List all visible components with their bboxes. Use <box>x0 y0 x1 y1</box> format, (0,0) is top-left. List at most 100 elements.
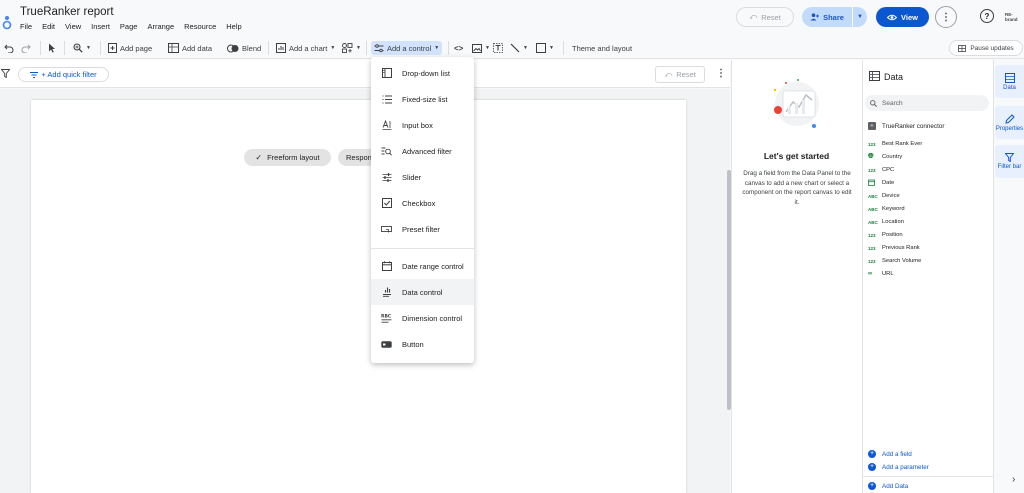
field-item[interactable]: 123 Search Volume <box>868 256 921 266</box>
menu-item-checkbox[interactable]: Checkbox <box>371 190 474 216</box>
field-item[interactable]: 123 CPC <box>868 165 894 175</box>
rectangle-icon <box>536 43 546 53</box>
menu-item-label: Dimension control <box>402 313 463 323</box>
menu-help[interactable]: Help <box>226 22 241 31</box>
report-title[interactable]: TrueRanker report <box>20 6 114 18</box>
redo-icon <box>21 44 31 53</box>
line-icon <box>510 43 520 53</box>
menu-item-date-range-control[interactable]: Date range control <box>371 253 474 279</box>
tab-filter-bar[interactable]: Filter bar <box>995 145 1024 178</box>
redo-button[interactable] <box>21 41 31 55</box>
globe-type-icon: 🌐︎ <box>868 153 874 160</box>
field-item[interactable]: 🌐︎ Country <box>868 152 902 162</box>
add-page-button[interactable]: Add page <box>108 41 152 55</box>
add-icon: + <box>868 463 876 471</box>
share-button[interactable]: Share <box>802 7 852 27</box>
add-control-button[interactable]: Add a control ▼ <box>371 41 443 55</box>
menu-item-data-control[interactable]: Data control <box>371 279 474 305</box>
add-chart-button[interactable]: Add a chart ▼ <box>276 41 335 55</box>
menu-page[interactable]: Page <box>120 22 138 31</box>
menu-item-dimension-control[interactable]: RBC Dimension control <box>371 305 474 331</box>
number-type-icon: 123 <box>868 258 876 264</box>
pause-updates-label: Pause updates <box>970 44 1014 52</box>
account-logo[interactable]: RE-brand <box>1005 12 1024 22</box>
tab-data[interactable]: Data <box>995 65 1024 98</box>
tab-properties[interactable]: Properties <box>995 106 1024 139</box>
add-quick-filter-button[interactable]: + Add quick filter <box>18 67 109 82</box>
text-button[interactable] <box>493 41 503 55</box>
help-button[interactable]: ? <box>980 9 994 23</box>
menu-item-advanced-filter[interactable]: Advanced filter <box>371 138 474 164</box>
slider-icon <box>381 172 392 183</box>
menu-divider <box>371 248 474 249</box>
caret-down-icon: ▼ <box>356 45 361 51</box>
menu-item-label: Advanced filter <box>402 146 452 156</box>
field-item[interactable]: 123 Best Rank Ever <box>868 139 922 149</box>
more-vert-icon[interactable]: ⋮ <box>716 68 726 79</box>
view-button[interactable]: View <box>876 7 929 27</box>
field-item[interactable]: ABC Location <box>868 217 904 227</box>
menu-item-input-box[interactable]: Input box <box>371 112 474 138</box>
reset-filters-button[interactable]: ⤺ Reset <box>655 66 705 83</box>
blend-button[interactable]: Blend <box>227 41 261 55</box>
field-search-input[interactable]: Search <box>865 95 989 111</box>
select-tool-button[interactable] <box>48 41 56 55</box>
field-item[interactable]: Date <box>868 178 894 188</box>
reset-icon: ⤺ <box>749 12 758 21</box>
control-icon <box>374 43 384 52</box>
zoom-button[interactable]: ▼ <box>73 41 91 55</box>
add-field-link[interactable]: + Add a field <box>868 450 912 458</box>
field-name: Date <box>882 180 895 186</box>
eye-icon <box>887 14 898 20</box>
menu-resource[interactable]: Resource <box>184 22 216 31</box>
data-panel-icon <box>869 71 880 81</box>
undo-button[interactable] <box>4 41 14 55</box>
field-item[interactable]: ABC Keyword <box>868 204 905 214</box>
add-page-icon <box>108 43 117 53</box>
community-viz-button[interactable]: ▼ <box>342 41 361 55</box>
add-data-button[interactable]: Add data <box>168 41 212 55</box>
more-options-button[interactable]: ⋮ <box>935 6 957 28</box>
chevron-right-icon[interactable]: › <box>1012 474 1015 485</box>
reset-button[interactable]: ⤺ Reset <box>736 7 794 27</box>
data-source-connector[interactable]: + TrueRanker connector <box>868 122 944 130</box>
embed-url-button[interactable]: <> <box>454 41 463 55</box>
image-button[interactable]: ▼ <box>472 41 490 55</box>
filter-icon[interactable] <box>1 69 10 78</box>
code-icon: <> <box>454 43 464 53</box>
field-item[interactable]: ABC Device <box>868 191 900 201</box>
get-started-title: Let's get started <box>763 151 830 161</box>
field-name: Best Rank Ever <box>882 141 923 147</box>
toolbar-divider <box>64 41 65 55</box>
share-dropdown-button[interactable]: ▼ <box>852 7 867 27</box>
theme-layout-button[interactable]: Theme and layout <box>572 41 632 55</box>
blend-icon <box>227 44 239 52</box>
menu-file[interactable]: File <box>20 22 32 31</box>
tab-data-label: Data <box>1003 84 1016 91</box>
data-panel-title: Data <box>884 72 904 82</box>
field-item[interactable]: ∞ URL <box>868 269 894 279</box>
menu-item-button[interactable]: Button <box>371 331 474 357</box>
add-quick-filter-label: + Add quick filter <box>41 70 97 79</box>
freeform-layout-chip[interactable]: ✓ Freeform layout <box>244 149 331 166</box>
menu-edit[interactable]: Edit <box>42 22 55 31</box>
getting-started-illustration <box>773 79 819 128</box>
menu-insert[interactable]: Insert <box>91 22 110 31</box>
menu-item-preset-filter[interactable]: Preset filter <box>371 216 474 242</box>
line-button[interactable]: ▼ <box>510 41 528 55</box>
menu-bar: File Edit View Insert Page Arrange Resou… <box>20 22 252 31</box>
field-item[interactable]: 123 Position <box>868 230 903 240</box>
add-data-link[interactable]: + Add Data <box>868 482 908 490</box>
menu-arrange[interactable]: Arrange <box>147 22 174 31</box>
menu-item-drop-down-list[interactable]: Drop-down list <box>371 60 474 86</box>
shape-button[interactable]: ▼ <box>536 41 554 55</box>
field-item[interactable]: 123 Previous Rank <box>868 243 920 253</box>
menu-item-slider[interactable]: Slider <box>371 164 474 190</box>
menu-view[interactable]: View <box>65 22 81 31</box>
pause-updates-button[interactable]: Pause updates <box>949 40 1023 56</box>
caret-down-icon: ▼ <box>485 45 490 51</box>
dimension-control-icon: RBC <box>381 313 392 324</box>
search-placeholder: Search <box>882 99 903 107</box>
add-parameter-link[interactable]: + Add a parameter <box>868 463 929 471</box>
menu-item-fixed-size-list[interactable]: Fixed-size list <box>371 86 474 112</box>
